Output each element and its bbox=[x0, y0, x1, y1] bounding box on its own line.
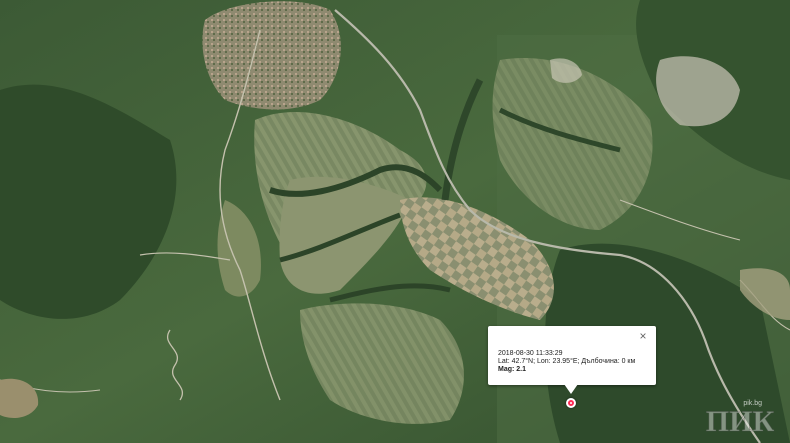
watermark-logo: ПИК bbox=[705, 405, 775, 439]
popup-pointer bbox=[564, 384, 578, 394]
close-icon[interactable]: × bbox=[637, 330, 649, 342]
village-area bbox=[202, 1, 341, 110]
earthquake-info-popup: × 2018-08-30 11:33:29 Lat: 42.7°N; Lon: … bbox=[488, 326, 656, 385]
svg-text:ПИК: ПИК bbox=[706, 405, 775, 438]
popup-datetime: 2018-08-30 11:33:29 bbox=[498, 350, 563, 357]
popup-coordinates: Lat: 42.7°N; Lon: 23.95°E; Дълбочина: 0 … bbox=[498, 358, 636, 365]
satellite-map[interactable] bbox=[0, 0, 790, 443]
epicenter-marker-icon[interactable] bbox=[566, 398, 576, 408]
popup-magnitude: Mag: 2.1 bbox=[498, 366, 527, 373]
